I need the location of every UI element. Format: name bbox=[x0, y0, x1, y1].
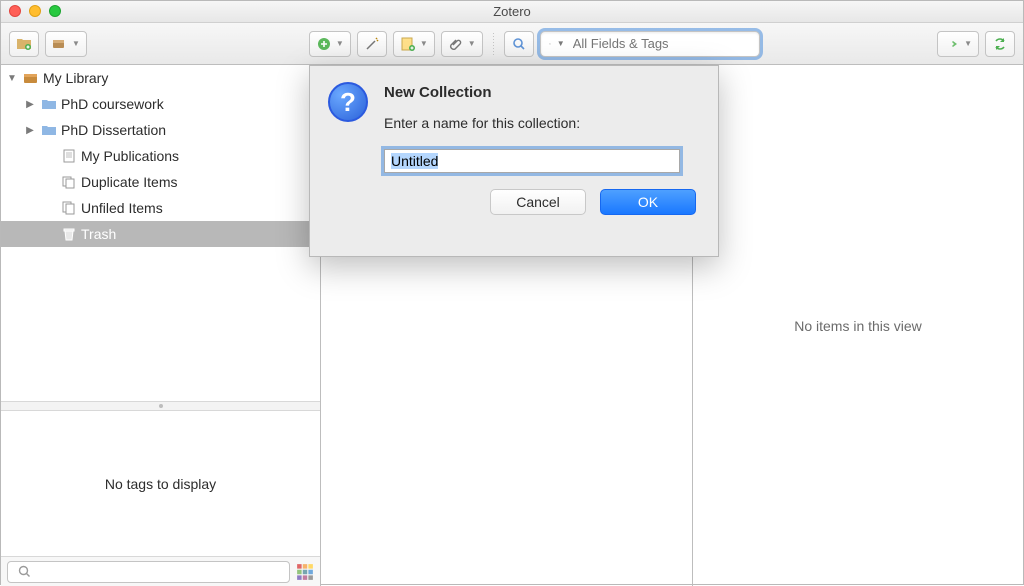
chevron-down-icon: ▼ bbox=[420, 39, 428, 48]
dialog-title: New Collection bbox=[384, 84, 700, 101]
search-field[interactable]: ▼ bbox=[540, 31, 760, 57]
tree-row-label: PhD Dissertation bbox=[61, 122, 166, 138]
plus-circle-icon bbox=[316, 36, 332, 52]
chevron-down-icon: ▼ bbox=[336, 39, 344, 48]
new-collection-dialog: ? New Collection Enter a name for this c… bbox=[309, 65, 719, 257]
tag-selector-menu-icon[interactable] bbox=[296, 563, 314, 581]
folder-icon bbox=[41, 96, 57, 112]
tags-empty-label: No tags to display bbox=[105, 476, 216, 492]
add-by-identifier-button[interactable] bbox=[357, 31, 387, 57]
dialog-message: Enter a name for this collection: bbox=[384, 115, 700, 131]
tree-row-label: My Publications bbox=[81, 148, 179, 164]
chevron-down-icon: ▼ bbox=[72, 39, 80, 48]
tree-row-trash[interactable]: Trash bbox=[1, 221, 320, 247]
unfiled-icon bbox=[61, 200, 77, 216]
question-icon: ? bbox=[328, 82, 368, 122]
tree-row-my-library[interactable]: ▼ My Library bbox=[1, 65, 320, 91]
collection-name-input[interactable] bbox=[384, 149, 680, 173]
tree-row-collection[interactable]: ▶ PhD coursework bbox=[1, 91, 320, 117]
sync-button[interactable] bbox=[985, 31, 1015, 57]
new-note-button[interactable]: ▼ bbox=[393, 31, 435, 57]
folder-icon bbox=[41, 122, 57, 138]
item-pane-empty-label: No items in this view bbox=[794, 318, 922, 334]
minimize-window-button[interactable] bbox=[29, 5, 41, 17]
paperclip-icon bbox=[448, 36, 464, 52]
window-controls bbox=[9, 5, 61, 17]
tree-row-collection[interactable]: ▶ PhD Dissertation bbox=[1, 117, 320, 143]
box-plus-icon bbox=[52, 36, 68, 52]
duplicate-icon bbox=[61, 174, 77, 190]
item-pane: No items in this view bbox=[693, 65, 1023, 586]
toolbar-separator bbox=[493, 33, 494, 55]
trash-icon bbox=[61, 226, 77, 242]
chevron-down-icon[interactable]: ▼ bbox=[557, 39, 565, 48]
locate-button[interactable]: ▼ bbox=[937, 31, 979, 57]
wand-icon bbox=[364, 36, 380, 52]
add-attachment-button[interactable]: ▼ bbox=[441, 31, 483, 57]
disclosure-triangle-icon[interactable]: ▶ bbox=[23, 99, 37, 110]
magnifier-icon bbox=[511, 36, 527, 52]
library-icon bbox=[23, 70, 39, 86]
tag-selector: No tags to display bbox=[1, 411, 320, 556]
new-collection-button[interactable] bbox=[9, 31, 39, 57]
tree-row-label: PhD coursework bbox=[61, 96, 164, 112]
tree-row-label: Trash bbox=[81, 226, 116, 242]
new-item-button[interactable]: ▼ bbox=[309, 31, 351, 57]
tree-row-duplicate-items[interactable]: Duplicate Items bbox=[1, 169, 320, 195]
document-icon bbox=[61, 148, 77, 164]
toolbar: ▼ ▼ ▼ ▼ ▼ ▼ bbox=[1, 23, 1023, 65]
ok-button[interactable]: OK bbox=[600, 189, 696, 215]
magnifier-icon bbox=[549, 36, 551, 52]
chevron-down-icon: ▼ bbox=[964, 39, 972, 48]
note-plus-icon bbox=[400, 36, 416, 52]
tag-filter-input[interactable] bbox=[7, 561, 290, 583]
cancel-button[interactable]: Cancel bbox=[490, 189, 586, 215]
new-library-button[interactable]: ▼ bbox=[45, 31, 87, 57]
disclosure-triangle-icon[interactable]: ▼ bbox=[5, 73, 19, 84]
zoom-window-button[interactable] bbox=[49, 5, 61, 17]
collection-tree[interactable]: ▼ My Library ▶ PhD coursework ▶ PhD Diss… bbox=[1, 65, 320, 401]
tree-row-label: Unfiled Items bbox=[81, 200, 163, 216]
sidebar: ▼ My Library ▶ PhD coursework ▶ PhD Diss… bbox=[1, 65, 321, 586]
sync-icon bbox=[992, 36, 1008, 52]
arrow-right-icon bbox=[944, 36, 960, 52]
tag-filter-bar bbox=[1, 556, 320, 586]
disclosure-triangle-icon[interactable]: ▶ bbox=[23, 125, 37, 136]
search-input[interactable] bbox=[571, 35, 751, 52]
splitter-handle[interactable] bbox=[1, 401, 320, 411]
close-window-button[interactable] bbox=[9, 5, 21, 17]
tree-row-label: My Library bbox=[43, 70, 108, 86]
titlebar: Zotero bbox=[1, 1, 1023, 23]
folder-plus-icon bbox=[16, 36, 32, 52]
chevron-down-icon: ▼ bbox=[468, 39, 476, 48]
window-title: Zotero bbox=[493, 4, 531, 19]
tree-row-unfiled-items[interactable]: Unfiled Items bbox=[1, 195, 320, 221]
advanced-search-button[interactable] bbox=[504, 31, 534, 57]
tree-row-my-publications[interactable]: My Publications bbox=[1, 143, 320, 169]
tree-row-label: Duplicate Items bbox=[81, 174, 177, 190]
